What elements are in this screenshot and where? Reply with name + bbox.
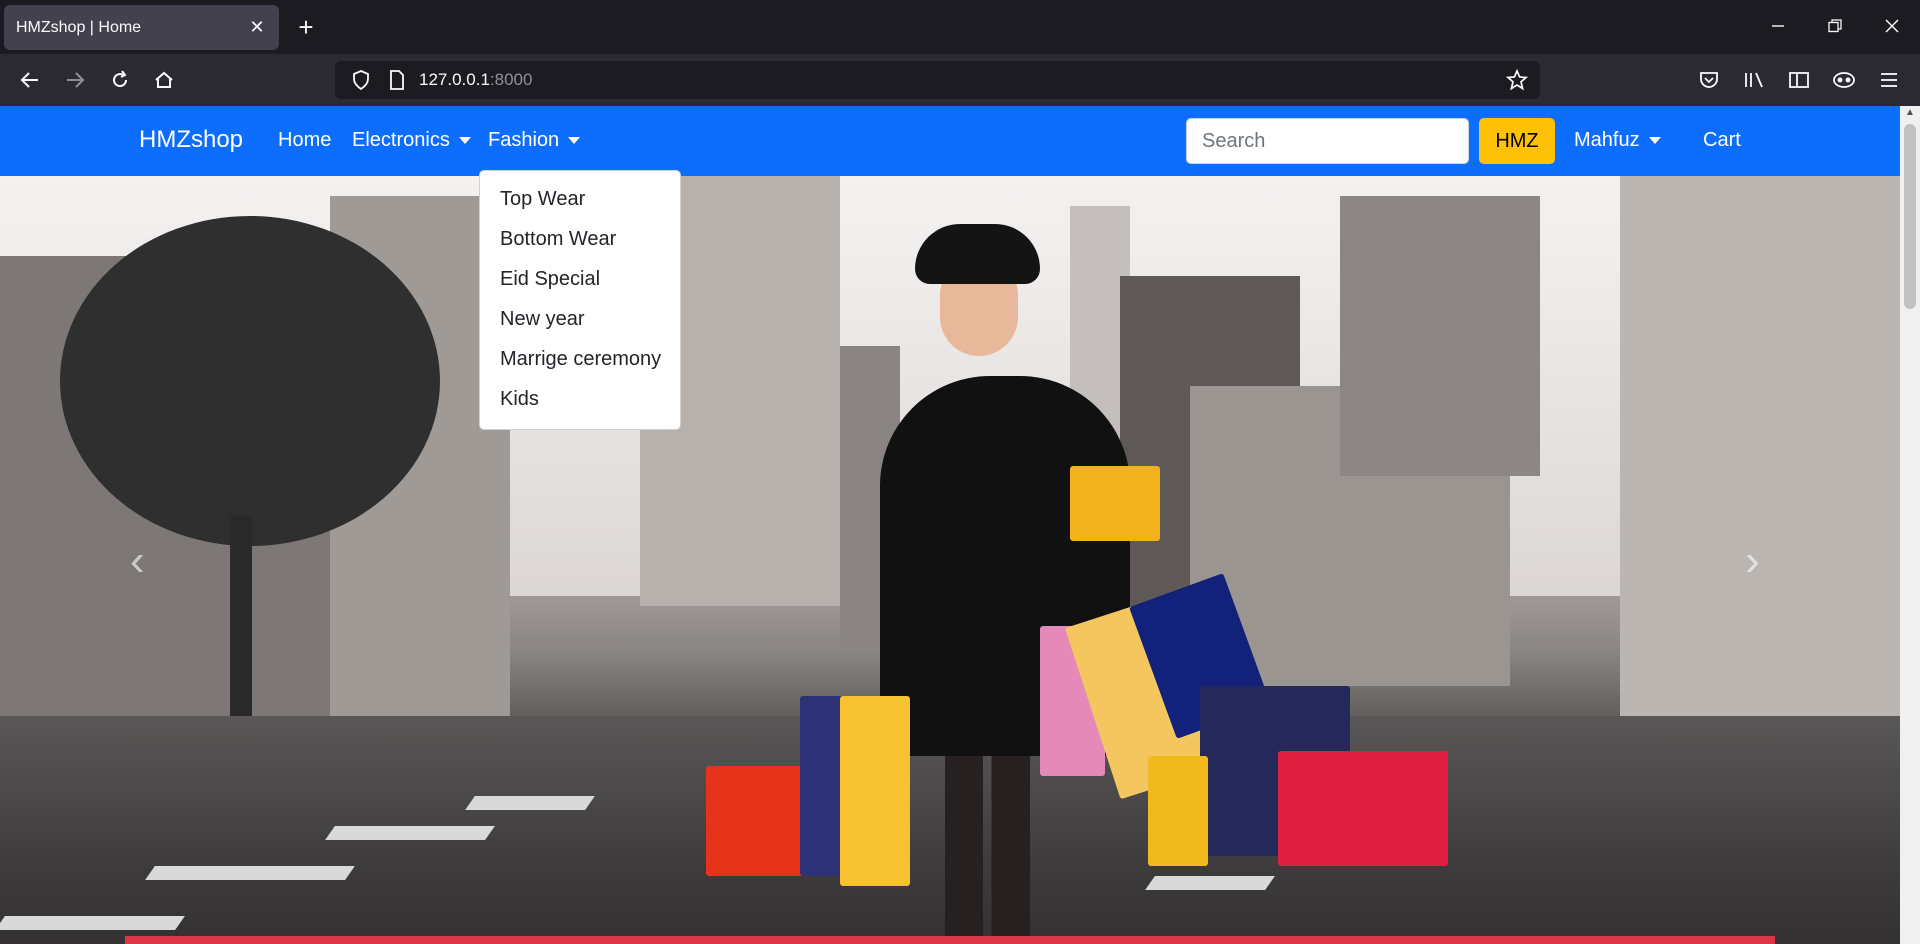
road-stripe — [465, 796, 595, 810]
dropdown-item-bottom-wear[interactable]: Bottom Wear — [480, 219, 680, 259]
pocket-icon[interactable] — [1693, 64, 1725, 96]
back-icon[interactable] — [14, 64, 46, 96]
shield-icon[interactable] — [347, 68, 375, 92]
fashion-dropdown-menu: Top Wear Bottom Wear Eid Special New yea… — [479, 170, 681, 430]
carousel-next-icon[interactable]: › — [1745, 536, 1775, 586]
nav-cart[interactable]: Cart — [1703, 129, 1741, 152]
carousel-prev-icon[interactable]: ‹ — [130, 536, 160, 586]
nav-electronics-label: Electronics — [352, 129, 450, 151]
forward-icon[interactable] — [59, 64, 91, 96]
tree-trunk — [230, 516, 252, 716]
page-icon[interactable] — [383, 68, 411, 92]
shopping-bag — [1070, 466, 1160, 541]
nav-electronics-dropdown[interactable]: Electronics — [352, 129, 471, 152]
dropdown-item-top-wear[interactable]: Top Wear — [480, 179, 680, 219]
window-close-icon[interactable] — [1872, 10, 1912, 42]
dropdown-item-marrige-ceremony[interactable]: Marrige ceremony — [480, 339, 680, 379]
address-bar[interactable]: 127.0.0.1:8000 — [335, 61, 1540, 99]
nav-fashion-dropdown[interactable]: Fashion — [488, 129, 581, 152]
section-accent-bar — [125, 936, 1775, 944]
shopping-bag — [1278, 751, 1448, 866]
minimize-icon[interactable] — [1758, 10, 1798, 42]
scroll-up-icon[interactable]: ▲ — [1905, 108, 1915, 118]
page-scrollbar[interactable]: ▲ — [1900, 106, 1920, 944]
restore-icon[interactable] — [1815, 10, 1855, 42]
browser-toolbar: 127.0.0.1:8000 — [0, 54, 1920, 106]
caret-down-icon — [458, 137, 471, 144]
caret-down-icon — [568, 137, 581, 144]
building-shape — [1620, 176, 1900, 736]
road-stripe — [325, 826, 495, 840]
url-host: 127.0.0.1 — [419, 70, 490, 89]
library-icon[interactable] — [1738, 64, 1770, 96]
search-submit-button[interactable]: HMZ — [1479, 118, 1555, 164]
bookmark-star-icon[interactable] — [1504, 67, 1530, 93]
browser-tab-bar: HMZshop | Home ✕ + — [0, 0, 1920, 54]
page-viewport: ‹ › HMZshop Home Electronics Fashion HMZ… — [0, 106, 1900, 944]
nav-user-dropdown[interactable]: Mahfuz — [1574, 129, 1661, 152]
dropdown-item-kids[interactable]: Kids — [480, 379, 680, 419]
close-icon[interactable]: ✕ — [247, 17, 267, 38]
road-stripe — [1145, 876, 1275, 890]
new-tab-button[interactable]: + — [291, 12, 321, 42]
menu-icon[interactable] — [1873, 64, 1905, 96]
shopping-bag — [1148, 756, 1208, 866]
browser-tab[interactable]: HMZshop | Home ✕ — [4, 5, 279, 50]
dropdown-item-eid-special[interactable]: Eid Special — [480, 259, 680, 299]
home-icon[interactable] — [148, 64, 180, 96]
hero-carousel: ‹ › — [0, 176, 1900, 944]
brand-link[interactable]: HMZshop — [139, 126, 243, 154]
tree-shape — [60, 216, 440, 546]
scrollbar-thumb[interactable] — [1904, 124, 1916, 309]
nav-user-label: Mahfuz — [1574, 129, 1640, 151]
url-port: :8000 — [489, 70, 533, 89]
woman-legs — [945, 736, 1030, 941]
road-stripe — [0, 916, 185, 930]
reload-icon[interactable] — [104, 64, 136, 96]
caret-down-icon — [1648, 137, 1661, 144]
site-navbar: HMZshop Home Electronics Fashion HMZ Mah… — [0, 106, 1900, 176]
building-shape — [1340, 196, 1540, 476]
tab-title: HMZshop | Home — [16, 18, 142, 36]
sidebar-icon[interactable] — [1783, 64, 1815, 96]
shopping-bag — [840, 696, 910, 886]
extension-icon[interactable] — [1828, 64, 1860, 96]
search-input[interactable] — [1186, 118, 1469, 164]
nav-home[interactable]: Home — [278, 129, 331, 152]
dropdown-item-new-year[interactable]: New year — [480, 299, 680, 339]
nav-fashion-label: Fashion — [488, 129, 560, 151]
road-stripe — [145, 866, 355, 880]
woman-hat — [915, 224, 1040, 284]
